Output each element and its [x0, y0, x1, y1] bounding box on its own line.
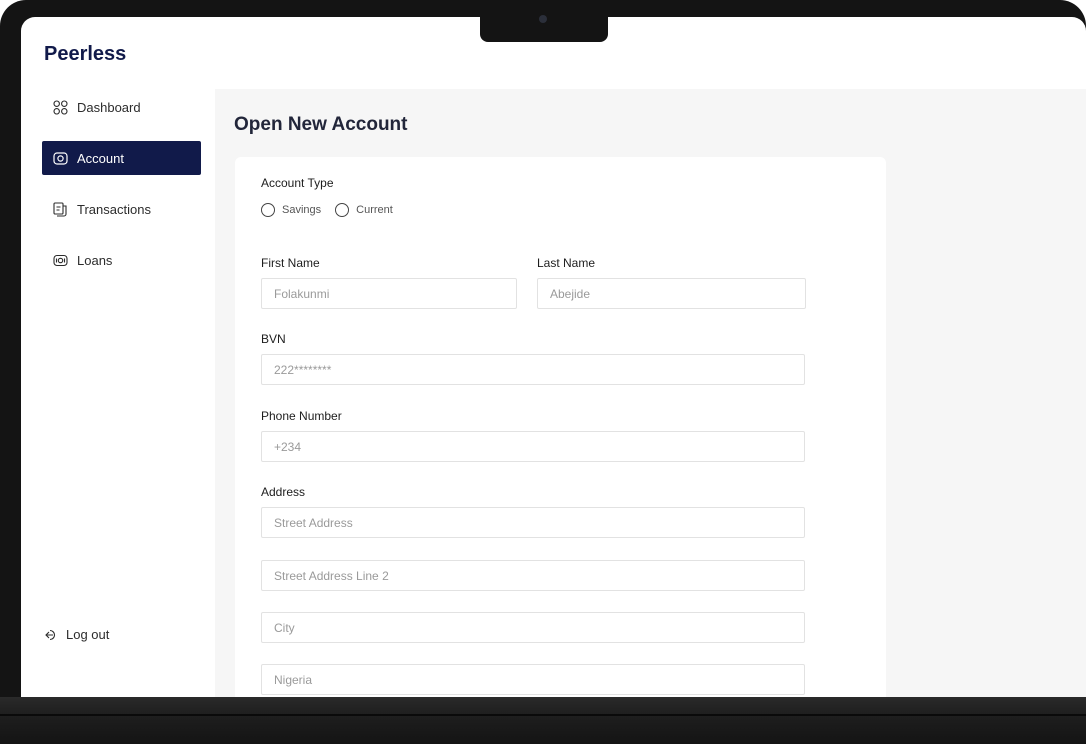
device-base [0, 697, 1086, 744]
open-account-form: Account Type Savings Current First Name … [235, 157, 886, 697]
current-radio-label[interactable]: Current [356, 204, 393, 216]
sidebar-item-transactions[interactable]: Transactions [42, 192, 201, 226]
city-field[interactable]: City [261, 612, 805, 643]
bvn-field[interactable]: 222******** [261, 354, 805, 385]
country-field[interactable]: Nigeria [261, 664, 805, 695]
logout-button[interactable]: Log out [44, 627, 109, 642]
camera-icon [539, 15, 547, 23]
account-type-radio-group: Savings Current [261, 203, 407, 217]
transactions-icon [52, 201, 68, 217]
loans-icon [52, 252, 68, 268]
app-screen: Peerless Dashboard Account Transactions … [21, 17, 1086, 697]
main-content: Open New Account Account Type Savings Cu… [215, 89, 1086, 697]
bvn-label: BVN [261, 332, 286, 346]
street-address-line2-field[interactable]: Street Address Line 2 [261, 560, 805, 591]
page-title: Open New Account [234, 114, 408, 135]
savings-radio[interactable] [261, 203, 275, 217]
logout-label: Log out [66, 627, 110, 642]
address-label: Address [261, 485, 306, 499]
last-name-label: Last Name [537, 256, 596, 270]
brand-logo: Peerless [44, 43, 127, 65]
dashboard-grid-icon [52, 99, 68, 115]
sidebar-item-label: Transactions [77, 201, 151, 217]
account-type-label: Account Type [261, 176, 334, 190]
account-icon [52, 150, 68, 166]
sidebar-item-account[interactable]: Account [42, 141, 201, 175]
current-radio[interactable] [335, 203, 350, 217]
first-name-label: First Name [261, 256, 320, 270]
sidebar-item-label: Loans [77, 252, 113, 268]
logout-icon [44, 628, 58, 642]
savings-radio-label[interactable]: Savings [282, 204, 321, 216]
sidebar-item-dashboard[interactable]: Dashboard [42, 90, 201, 124]
sidebar-nav: Dashboard Account Transactions Loans [42, 90, 201, 294]
sidebar-item-loans[interactable]: Loans [42, 243, 201, 277]
sidebar-item-label: Account [77, 150, 124, 166]
street-address-field[interactable]: Street Address [261, 507, 805, 538]
phone-label: Phone Number [261, 409, 342, 423]
phone-field[interactable]: +234 [261, 431, 805, 462]
sidebar-item-label: Dashboard [77, 99, 141, 115]
device-hinge [0, 714, 1086, 716]
last-name-field[interactable]: Abejide [537, 278, 806, 309]
first-name-field[interactable]: Folakunmi [261, 278, 517, 309]
